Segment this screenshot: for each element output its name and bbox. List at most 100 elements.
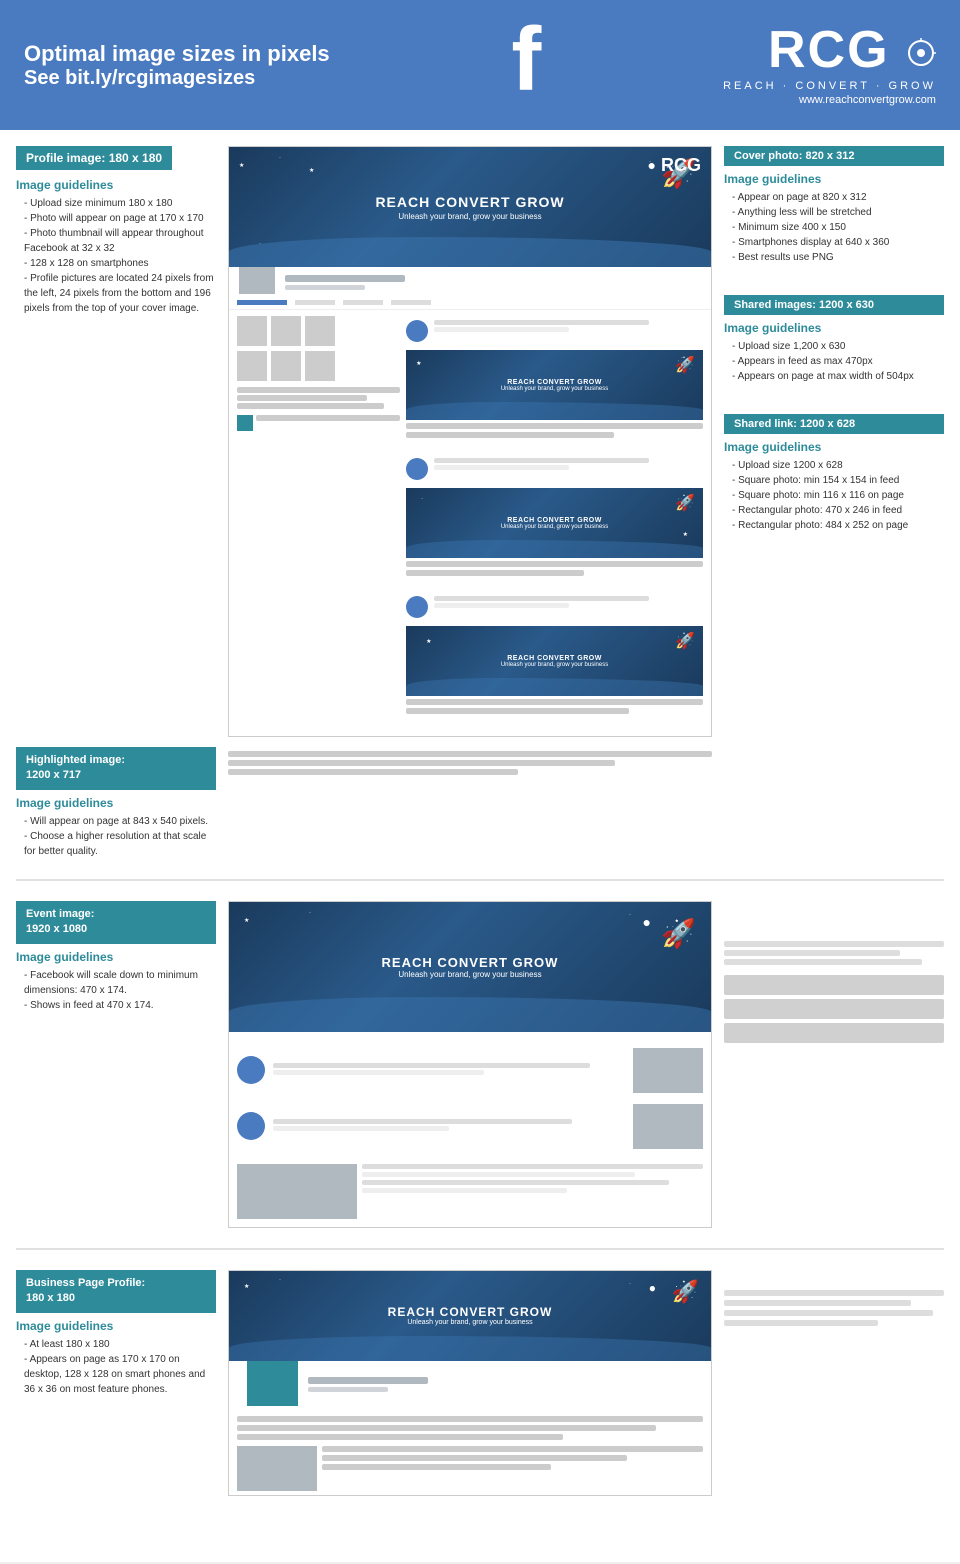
post-3-meta <box>434 596 703 618</box>
cloud-1 <box>406 402 703 420</box>
post-2-name <box>434 458 649 463</box>
section-divider-1 <box>16 879 944 881</box>
business-left-panel: Business Page Profile: 180 x 180 Image g… <box>16 1270 216 1397</box>
event-bottom-row <box>237 1164 703 1219</box>
cover-guideline-3: Minimum size 400 x 150 <box>724 220 944 235</box>
profile-name-area <box>285 271 703 293</box>
post-2-image: · ★ REACH CONVERT GROW Unleash your bran… <box>406 488 703 558</box>
event-mockup: ★ · · ● REACH CONVERT GROW Unleash your … <box>228 901 712 1228</box>
extra-line-3 <box>228 769 518 775</box>
post-2: · ★ REACH CONVERT GROW Unleash your bran… <box>406 454 703 582</box>
biz-right-line-3 <box>724 1310 933 1316</box>
profile-guideline-5: Profile pictures are located 24 pixels f… <box>16 271 216 316</box>
profile-guideline-4: 128 x 128 on smartphones <box>16 256 216 271</box>
spacer-1 <box>724 275 944 295</box>
event-right-lines <box>362 1164 703 1219</box>
cover-photo-block: Cover photo: 820 x 312 Image guidelines … <box>724 146 944 265</box>
business-center-panel: ★ · · ● REACH CONVERT GROW Unleash your … <box>228 1270 712 1496</box>
sidebar-info-block <box>237 387 400 409</box>
photo-grid-1 <box>237 316 267 346</box>
cover-guideline-5: Best results use PNG <box>724 250 944 265</box>
post-1-avatar <box>406 320 428 342</box>
photo-grid-row2 <box>237 351 400 381</box>
event-right-block-2 <box>724 975 944 1043</box>
shared-images-guidelines: Upload size 1,200 x 630 Appears in feed … <box>724 339 944 384</box>
event-brand: REACH CONVERT GROW Unleash your brand, g… <box>382 955 559 979</box>
event-line-3 <box>362 1180 669 1185</box>
business-guidelines-title: Image guidelines <box>16 1319 216 1333</box>
post-1-time <box>434 327 568 332</box>
fb-page-mockup: ★ · ★ · · ● 🚀 REACH CONVERT GROW U <box>228 146 712 737</box>
shared-images-guidelines-title: Image guidelines <box>724 321 944 335</box>
photo-grid-3 <box>305 316 335 346</box>
fb-nav-row <box>229 300 711 310</box>
post-2-text <box>406 558 703 582</box>
event-right-content <box>724 941 944 1043</box>
spacer-2 <box>724 394 944 414</box>
profile-guideline-1: Upload size minimum 180 x 180 <box>16 196 216 211</box>
post-3-text <box>406 696 703 720</box>
post-1: ★ · REACH CONVERT GROW Unleash your bran… <box>406 316 703 444</box>
cover-photo-label: Cover photo: 820 x 312 <box>724 146 944 166</box>
profile-guidelines-list: Upload size minimum 180 x 180 Photo will… <box>16 196 216 316</box>
facebook-icon: f <box>511 15 541 105</box>
link-guideline-1: Upload size 1200 x 628 <box>724 458 944 473</box>
feed-thumb-2 <box>633 1104 703 1149</box>
sidebar-line-3 <box>237 403 384 409</box>
post-1-meta <box>434 320 703 342</box>
cover-guideline-1: Appear on page at 820 x 312 <box>724 190 944 205</box>
feed-line-2b <box>273 1126 449 1131</box>
feed-lines-2 <box>273 1119 625 1133</box>
event-feed-row-1 <box>237 1048 703 1093</box>
photo-grid-6 <box>305 351 335 381</box>
event-cloud <box>229 997 711 1032</box>
cloud-3 <box>406 678 703 696</box>
link-guideline-5: Rectangular photo: 484 x 252 on page <box>724 518 944 533</box>
biz-right-line-4 <box>724 1320 878 1326</box>
biz-right-line-2 <box>724 1300 911 1306</box>
event-right-line-2 <box>724 950 900 956</box>
post-2-avatar <box>406 458 428 480</box>
shared-guideline-3: Appears on page at max width of 504px <box>724 369 944 384</box>
post-3-line-2 <box>406 708 629 714</box>
rcg-url: www.reachconvertgrow.com <box>723 94 936 106</box>
highlighted-guidelines: Will appear on page at 843 x 540 pixels.… <box>16 814 216 859</box>
cover-guideline-4: Smartphones display at 640 x 360 <box>724 235 944 250</box>
post-3-header <box>406 592 703 622</box>
bp-cover: ★ · · ● REACH CONVERT GROW Unleash your … <box>229 1271 711 1361</box>
bp-text-3 <box>322 1464 551 1470</box>
cover-guideline-2: Anything less will be stretched <box>724 205 944 220</box>
bottom-padding <box>16 1516 944 1546</box>
bp-brand: REACH CONVERT GROW Unleash your brand, g… <box>388 1305 553 1326</box>
business-label: Business Page Profile: 180 x 180 <box>16 1270 216 1313</box>
feed-line-1a <box>273 1063 590 1068</box>
photo-grid <box>237 316 400 346</box>
sidebar-cta-icon <box>237 415 253 431</box>
feed-thumb-1 <box>633 1048 703 1093</box>
post-2-time <box>434 465 568 470</box>
cloud-2 <box>406 540 703 558</box>
post-3-time <box>434 603 568 608</box>
shared-images-block: Shared images: 1200 x 630 Image guidelin… <box>724 295 944 384</box>
section-event: Event image: 1920 x 1080 Image guideline… <box>16 901 944 1228</box>
rcg-logo-area: RCG REACH · CONVERT · GROW www.reachconv… <box>723 24 936 106</box>
post-3-name <box>434 596 649 601</box>
cta-line <box>256 415 400 421</box>
event-left-panel: Event image: 1920 x 1080 Image guideline… <box>16 901 216 1013</box>
cover-brand-text: REACH CONVERT GROW Unleash your brand, g… <box>375 194 564 221</box>
feed-line-1b <box>273 1070 484 1075</box>
profile-image-panel: Profile image: 180 x 180 Image guideline… <box>16 146 216 316</box>
section3-layout: Business Page Profile: 180 x 180 Image g… <box>16 1270 944 1496</box>
nav-item-1 <box>295 300 335 305</box>
sidebar-line-2 <box>237 395 367 401</box>
event-guideline-1: Facebook will scale down to minimum dime… <box>16 968 216 998</box>
bp-profile-info <box>308 1373 703 1395</box>
cover-photo-guidelines: Appear on page at 820 x 312 Anything les… <box>724 190 944 265</box>
post-1-header <box>406 316 703 346</box>
event-line-2 <box>362 1172 635 1177</box>
highlighted-right <box>724 747 944 859</box>
facebook-mockup-panel: ★ · ★ · · ● 🚀 REACH CONVERT GROW U <box>228 146 712 737</box>
post-1-line-2 <box>406 432 614 438</box>
business-guidelines: At least 180 x 180 Appears on page as 17… <box>16 1337 216 1397</box>
sidebar-cta-text <box>256 415 400 431</box>
